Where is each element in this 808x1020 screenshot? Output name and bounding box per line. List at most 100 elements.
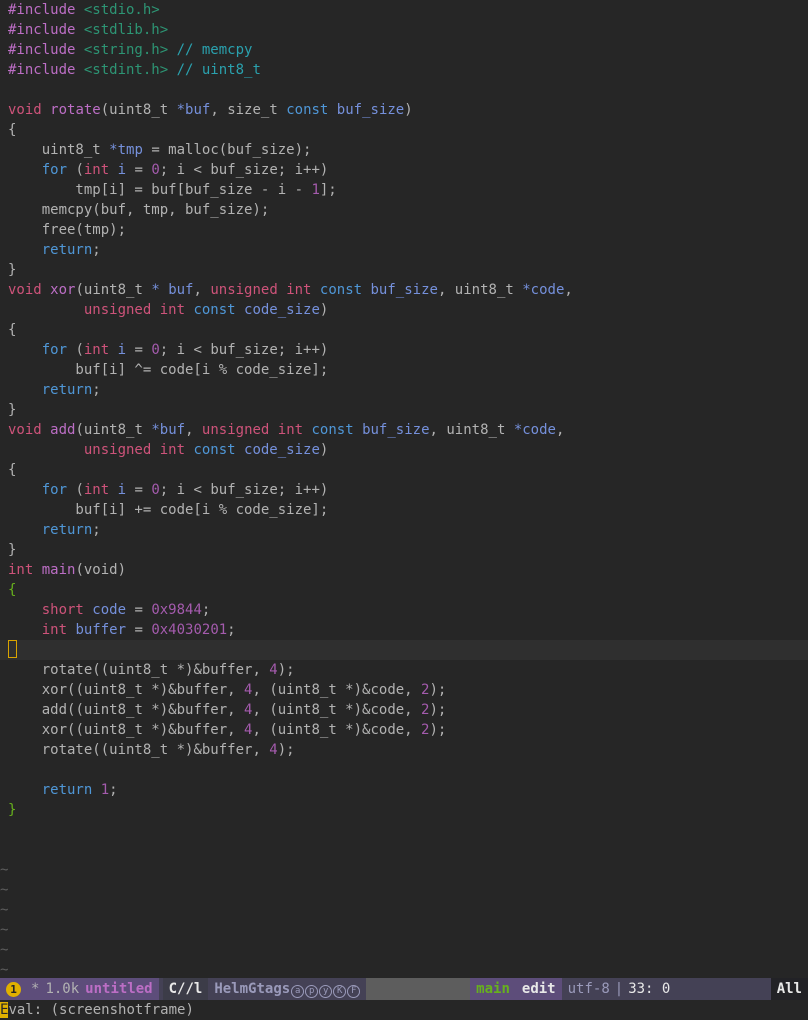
code-line[interactable]: for (int i = 0; i < buf_size; i++) bbox=[0, 160, 808, 180]
code-line[interactable]: xor((uint8_t *)&buffer, 4, (uint8_t *)&c… bbox=[0, 720, 808, 740]
code-line[interactable]: int buffer = 0x4030201; bbox=[0, 620, 808, 640]
buffer-name[interactable]: untitled bbox=[85, 978, 152, 1000]
major-mode[interactable]: C//l bbox=[162, 978, 209, 1000]
code-token: * bbox=[513, 422, 523, 438]
code-line[interactable]: #include <stdio.h> bbox=[0, 0, 808, 20]
minor-modes[interactable]: HelmGtags apyKF bbox=[208, 978, 367, 1000]
code-line[interactable]: unsigned int const code_size) bbox=[0, 300, 808, 320]
code-line[interactable]: xor((uint8_t *)&buffer, 4, (uint8_t *)&c… bbox=[0, 680, 808, 700]
minor-mode-flag-icon[interactable]: F bbox=[347, 985, 361, 998]
code-line[interactable]: #include <string.h> // memcpy bbox=[0, 40, 808, 60]
code-line[interactable]: return; bbox=[0, 520, 808, 540]
code-line[interactable] bbox=[0, 640, 808, 660]
code-token: uint8_t bbox=[109, 102, 177, 118]
code-line[interactable]: { bbox=[0, 580, 808, 600]
code-token: * bbox=[151, 422, 160, 438]
code-line[interactable]: for (int i = 0; i < buf_size; i++) bbox=[0, 480, 808, 500]
code-token: for bbox=[41, 342, 68, 358]
code-line[interactable]: void add(uint8_t *buf, unsigned int cons… bbox=[0, 420, 808, 440]
code-line[interactable] bbox=[0, 760, 808, 780]
code-token: (uint8_t *) bbox=[100, 742, 194, 758]
code-line[interactable]: return; bbox=[0, 380, 808, 400]
code-token: (uint8_t *) bbox=[75, 702, 169, 718]
code-line[interactable]: buf[i] += code[i % code_size]; bbox=[0, 500, 808, 520]
minibuffer[interactable]: Eval: (screenshotframe) bbox=[0, 1000, 808, 1020]
code-line[interactable]: { bbox=[0, 120, 808, 140]
code-token: ( bbox=[67, 162, 84, 178]
code-token: xor( bbox=[8, 682, 76, 698]
minor-mode-flag-icon[interactable]: p bbox=[305, 985, 319, 998]
code-token: uint8_t bbox=[8, 142, 110, 158]
code-token: = bbox=[126, 342, 152, 358]
code-line[interactable]: add((uint8_t *)&buffer, 4, (uint8_t *)&c… bbox=[0, 700, 808, 720]
minor-mode-flag-icon[interactable]: K bbox=[333, 985, 347, 998]
code-token: 1 bbox=[100, 782, 110, 798]
code-token: tmp bbox=[117, 142, 143, 158]
code-line[interactable]: { bbox=[0, 460, 808, 480]
minor-mode-flag-icon[interactable]: y bbox=[319, 985, 333, 998]
code-token: &code, bbox=[362, 682, 422, 698]
minibuffer-expression[interactable]: (screenshotframe) bbox=[51, 1002, 194, 1018]
encoding[interactable]: utf-8 bbox=[568, 978, 610, 1000]
code-token: tmp[i] = buf[buf_size - i - bbox=[8, 182, 312, 198]
code-token: 0x9844 bbox=[151, 602, 202, 618]
code-token: ); bbox=[429, 682, 447, 698]
code-line[interactable]: int main(void) bbox=[0, 560, 808, 580]
code-token: } bbox=[8, 402, 17, 418]
code-line[interactable]: rotate((uint8_t *)&buffer, 4); bbox=[0, 740, 808, 760]
code-token: { bbox=[8, 462, 17, 478]
code-token: 0 bbox=[151, 162, 160, 178]
code-line[interactable]: return; bbox=[0, 240, 808, 260]
code-line[interactable]: void xor(uint8_t * buf, unsigned int con… bbox=[0, 280, 808, 300]
code-line[interactable]: uint8_t *tmp = malloc(buf_size); bbox=[0, 140, 808, 160]
code-line[interactable]: short code = 0x9844; bbox=[0, 600, 808, 620]
code-editor[interactable]: #include <stdio.h> #include <stdlib.h> #in… bbox=[0, 0, 808, 978]
window-number-badge[interactable]: 1 bbox=[0, 978, 25, 1000]
buffer-info: * 1.0k untitled bbox=[25, 978, 159, 1000]
cursor-position: 33: 0 bbox=[628, 981, 671, 997]
code-token: , bbox=[252, 702, 270, 718]
code-line[interactable]: for (int i = 0; i < buf_size; i++) bbox=[0, 340, 808, 360]
code-token: buf_size bbox=[370, 282, 438, 298]
code-token: , bbox=[210, 102, 228, 118]
code-line[interactable]: { bbox=[0, 320, 808, 340]
tilde-marker: ~ bbox=[0, 922, 9, 938]
code-line[interactable] bbox=[0, 80, 808, 100]
code-line[interactable]: } bbox=[0, 540, 808, 560]
code-line[interactable]: memcpy(buf, tmp, buf_size); bbox=[0, 200, 808, 220]
code-token: ); bbox=[277, 742, 295, 758]
code-line[interactable]: } bbox=[0, 260, 808, 280]
code-token: i bbox=[117, 482, 127, 498]
code-token: void bbox=[8, 102, 51, 118]
code-line[interactable]: #include <stdint.h> // uint8_t bbox=[0, 60, 808, 80]
code-line[interactable]: free(tmp); bbox=[0, 220, 808, 240]
code-line[interactable]: return 1; bbox=[0, 780, 808, 800]
code-token: } bbox=[8, 542, 17, 558]
code-token: #include bbox=[8, 2, 84, 18]
code-token: ; i < buf_size; i++) bbox=[159, 482, 329, 498]
code-line[interactable]: } bbox=[0, 400, 808, 420]
code-token: for bbox=[41, 162, 68, 178]
code-line[interactable]: rotate((uint8_t *)&buffer, 4); bbox=[0, 660, 808, 680]
code-line[interactable]: buf[i] ^= code[i % code_size]; bbox=[0, 360, 808, 380]
current-function: main bbox=[470, 978, 516, 1000]
empty-line: ~ bbox=[0, 860, 808, 880]
code-token: } bbox=[8, 802, 17, 818]
code-line[interactable]: } bbox=[0, 800, 808, 820]
code-line[interactable]: #include <stdlib.h> bbox=[0, 20, 808, 40]
code-token: = malloc(buf_size); bbox=[142, 142, 312, 158]
code-token: for bbox=[41, 482, 68, 498]
code-line[interactable]: unsigned int const code_size) bbox=[0, 440, 808, 460]
code-line[interactable]: tmp[i] = buf[buf_size - i - 1]; bbox=[0, 180, 808, 200]
code-line[interactable]: void rotate(uint8_t *buf, size_t const b… bbox=[0, 100, 808, 120]
code-token: int bbox=[8, 562, 42, 578]
code-token: 4 bbox=[269, 742, 278, 758]
minor-mode-flag-icon[interactable]: a bbox=[291, 985, 305, 998]
code-token: #include bbox=[8, 62, 84, 78]
code-token: = bbox=[126, 482, 152, 498]
code-token: , bbox=[252, 682, 270, 698]
